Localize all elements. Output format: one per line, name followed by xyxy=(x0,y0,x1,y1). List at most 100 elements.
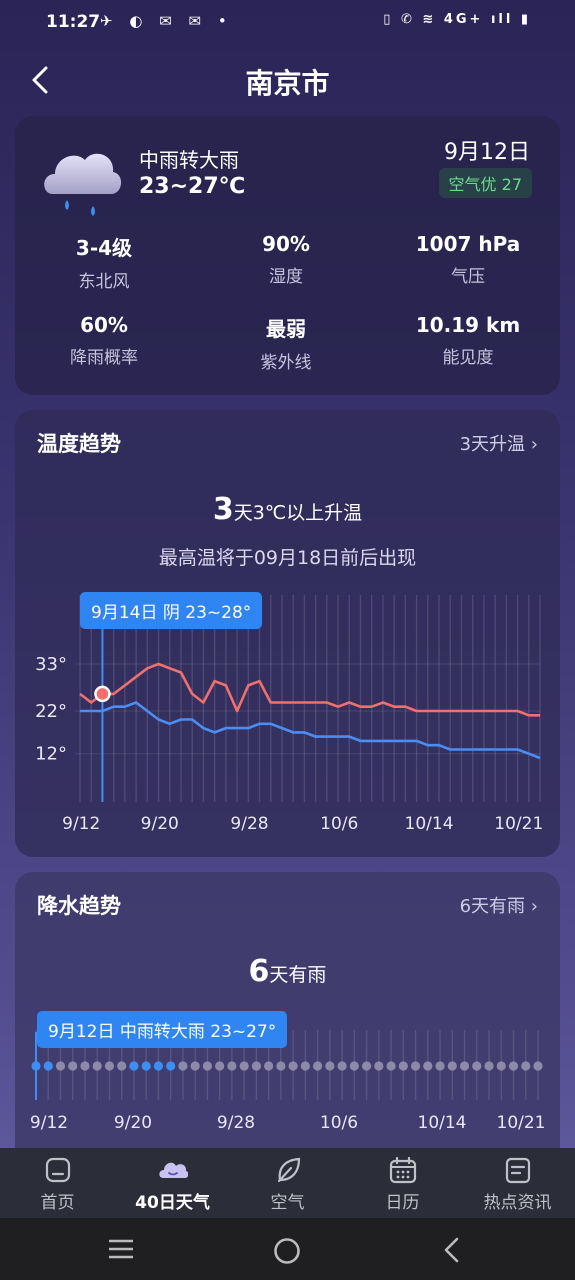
dry-day-dot xyxy=(80,1061,90,1071)
y-tick-label: 12° xyxy=(35,744,67,765)
high-temp-line xyxy=(79,662,540,717)
temperature-range: 23~27℃ xyxy=(139,174,246,199)
stat-label: 紫外线 xyxy=(260,353,312,373)
dry-day-dot xyxy=(374,1061,384,1071)
dry-day-dot xyxy=(227,1061,237,1071)
dry-day-dot xyxy=(104,1061,115,1071)
dry-day-dot xyxy=(300,1061,310,1071)
dry-day-dot xyxy=(521,1061,531,1071)
rain-day-dot xyxy=(31,1061,41,1071)
x-tick-label: 9/12 xyxy=(62,814,100,834)
dry-day-dot xyxy=(423,1061,433,1071)
dry-day-dot xyxy=(361,1061,372,1071)
header: 南京市 xyxy=(0,50,575,114)
rain-day-dot xyxy=(129,1061,139,1071)
bottom-navigation: 首页 40日天气 空气 日历 热点资讯 xyxy=(0,1148,575,1218)
nav-air[interactable]: 空气 xyxy=(230,1148,345,1218)
x-tick-label: 9/20 xyxy=(141,814,179,834)
x-tick-label: 9/20 xyxy=(114,1113,152,1133)
stat-visibility: 10.19 km 能见度 xyxy=(383,313,553,368)
stat-rain-probability: 60% 降雨概率 xyxy=(19,313,189,368)
rain-day-dot xyxy=(141,1061,151,1071)
x-tick-label: 9/28 xyxy=(230,814,268,834)
nav-calendar[interactable]: 日历 xyxy=(345,1148,460,1218)
stat-value: 最弱 xyxy=(266,317,306,341)
aqi-badge: 空气优 27 xyxy=(438,168,532,198)
notification-icons: ✈ ◐ ✉ ✉ • xyxy=(100,12,233,30)
dry-day-dot xyxy=(410,1061,421,1071)
dry-day-dot xyxy=(325,1061,335,1071)
x-tick-label: 10/21 xyxy=(497,1113,546,1133)
rain-day-dot xyxy=(166,1061,176,1071)
status-time: 11:27 xyxy=(46,12,101,32)
precipitation-chart[interactable]: 9/12 9/20 9/28 10/6 10/14 10/21 xyxy=(15,872,560,1148)
system-navigation-bar xyxy=(0,1218,575,1280)
home-icon xyxy=(45,1157,71,1183)
rain-day-dot xyxy=(43,1061,53,1071)
stat-label: 降雨概率 xyxy=(70,348,138,368)
dry-day-dot xyxy=(264,1061,274,1071)
rain-trend-card: 降水趋势 6天有雨 › 6天有雨 9/12 9/20 9/28 10/6 10/14 10… xyxy=(15,872,560,1148)
current-weather-card: 中雨转大雨 23~27℃ 9月12日 空气优 27 3-4级 东北风 90% 湿… xyxy=(15,116,560,395)
x-tick-label: 10/14 xyxy=(405,814,454,834)
nav-hot-news[interactable]: 热点资讯 xyxy=(460,1148,575,1218)
stat-label: 东北风 xyxy=(78,272,130,292)
dry-day-dot xyxy=(117,1061,127,1071)
dry-day-dot xyxy=(398,1061,408,1071)
stat-value: 3-4级 xyxy=(75,236,133,260)
stat-value: 90% xyxy=(262,232,310,256)
rain-tooltip: 9月12日 中雨转大雨 23~27° xyxy=(37,1011,288,1048)
nav-label: 40日天气 xyxy=(135,1193,210,1213)
news-icon xyxy=(505,1157,531,1184)
dry-day-dot xyxy=(533,1061,543,1071)
rain-cloud-icon xyxy=(44,153,122,216)
y-tick-label: 22° xyxy=(35,701,67,722)
back-arrow-icon[interactable] xyxy=(440,1236,464,1264)
stat-value: 1007 hPa xyxy=(415,232,521,256)
rain-day-dot xyxy=(153,1061,164,1071)
y-tick-label: 33° xyxy=(35,654,67,675)
x-tick-label: 9/28 xyxy=(217,1113,255,1133)
dry-day-dot xyxy=(386,1061,396,1071)
dry-day-dot xyxy=(472,1061,482,1071)
dry-day-dot xyxy=(459,1061,470,1071)
dry-day-dot xyxy=(337,1061,347,1071)
stat-label: 湿度 xyxy=(269,267,303,287)
dry-day-dot xyxy=(251,1061,261,1071)
nav-40-day-weather[interactable]: 40日天气 xyxy=(115,1148,230,1218)
dry-day-dot xyxy=(202,1061,213,1071)
dry-day-dot xyxy=(349,1061,359,1071)
nav-home[interactable]: 首页 xyxy=(0,1148,115,1218)
dry-day-dot xyxy=(313,1061,323,1071)
stat-value: 60% xyxy=(80,313,128,337)
menu-icon[interactable] xyxy=(107,1237,135,1261)
status-bar: 11:27 ✈ ◐ ✉ ✉ • ▯ ✆ ≋ 4G+ ıll ▮ xyxy=(0,0,575,46)
dry-day-dot xyxy=(447,1061,457,1071)
stat-humidity: 90% 湿度 xyxy=(201,232,371,287)
stat-pressure: 1007 hPa 气压 xyxy=(383,232,553,287)
selected-point xyxy=(94,685,111,703)
condition-text: 中雨转大雨 xyxy=(139,148,239,172)
stat-wind: 3-4级 东北风 xyxy=(19,232,189,292)
current-date: 9月12日 xyxy=(444,140,530,165)
home-circle-icon[interactable] xyxy=(272,1236,302,1266)
dry-day-dot xyxy=(178,1061,188,1071)
x-tick-label: 10/14 xyxy=(418,1113,467,1133)
temperature-chart[interactable]: 33° 22° 12° 9/12 9/20 9/28 10/6 10/14 10/21 xyxy=(15,410,560,857)
temperature-trend-card: 温度趋势 3天升温 › 3天3℃以上升温 最高温将于09月18日前后出现 33°… xyxy=(15,410,560,857)
nav-label: 空气 xyxy=(270,1193,305,1213)
x-tick-label: 9/12 xyxy=(30,1113,68,1133)
dry-day-dot xyxy=(496,1061,506,1071)
stat-uv: 最弱 紫外线 xyxy=(201,313,371,373)
dry-day-dot xyxy=(55,1061,66,1071)
nav-label: 日历 xyxy=(385,1193,420,1213)
leaf-icon xyxy=(277,1157,301,1183)
stat-value: 10.19 km xyxy=(415,313,521,337)
dry-day-dot xyxy=(435,1061,445,1071)
x-tick-label: 10/6 xyxy=(320,814,358,834)
nav-label: 热点资讯 xyxy=(483,1193,552,1213)
dry-day-dot xyxy=(288,1061,298,1071)
stat-label: 气压 xyxy=(451,267,485,287)
dry-day-dot xyxy=(215,1061,225,1071)
x-tick-label: 10/21 xyxy=(494,814,543,834)
